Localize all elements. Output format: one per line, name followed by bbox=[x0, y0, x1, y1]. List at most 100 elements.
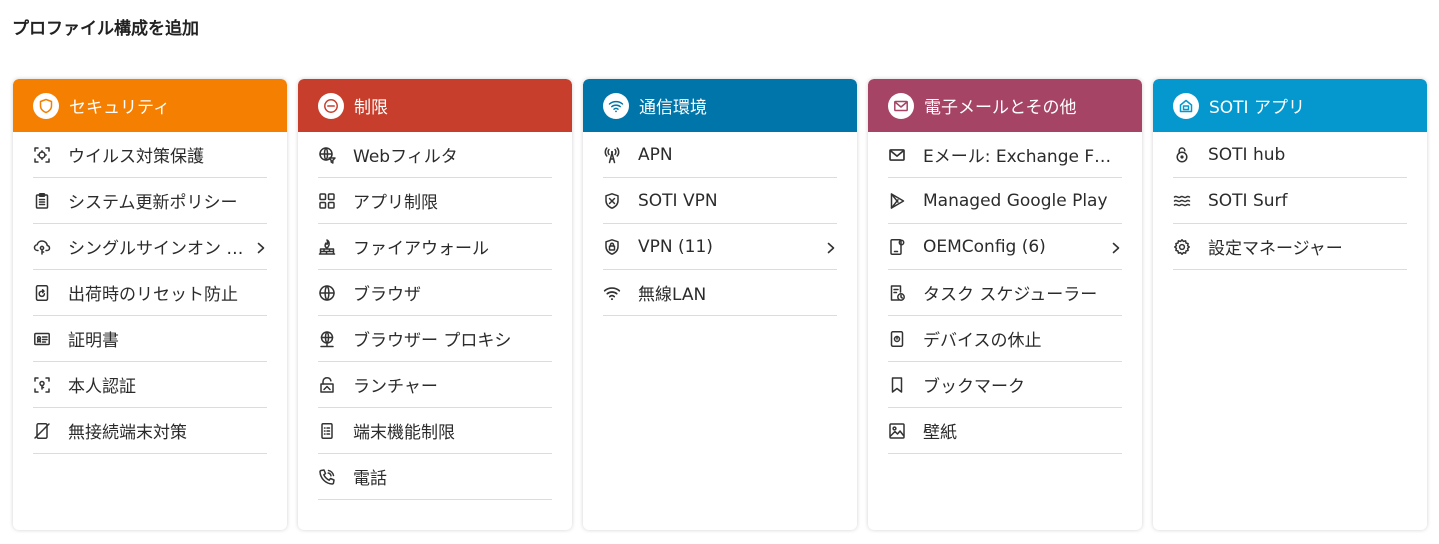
config-item-label: ブラウザ bbox=[353, 285, 421, 305]
config-item[interactable]: 本人認証 bbox=[33, 362, 267, 408]
config-item[interactable]: ブラウザ bbox=[318, 270, 552, 316]
config-item-label: Managed Google Play bbox=[923, 190, 1108, 211]
category-title: 通信環境 bbox=[639, 98, 707, 118]
wifi-icon bbox=[603, 92, 629, 119]
config-item-label: 本人認証 bbox=[68, 377, 136, 397]
config-item[interactable]: アプリ制限 bbox=[318, 178, 552, 224]
category-title: SOTI アプリ bbox=[1209, 98, 1305, 118]
apps-grid-icon bbox=[318, 192, 336, 210]
chevron-right-icon bbox=[255, 240, 267, 254]
config-item[interactable]: ブックマーク bbox=[888, 362, 1122, 408]
shield-icon bbox=[33, 92, 59, 119]
config-item-label: アプリ制限 bbox=[353, 193, 438, 213]
category-header: 電子メールとその他 bbox=[868, 79, 1142, 132]
cloud-key-icon bbox=[33, 238, 51, 256]
config-item-label: SOTI VPN bbox=[638, 190, 718, 211]
firewall-icon bbox=[318, 238, 336, 256]
category-header: 制限 bbox=[298, 79, 572, 132]
config-item[interactable]: OEMConfig (6) bbox=[888, 224, 1122, 270]
config-item[interactable]: VPN (11) bbox=[603, 224, 837, 270]
reset-icon bbox=[33, 284, 51, 302]
category-card: 電子メールとその他 Eメール: Exchange F… Managed Google… bbox=[868, 79, 1142, 530]
vpn-icon bbox=[603, 238, 621, 256]
phone-icon bbox=[318, 468, 336, 486]
config-item[interactable]: SOTI VPN bbox=[603, 178, 837, 224]
config-item[interactable]: シングルサインオン … bbox=[33, 224, 267, 270]
config-item-label: 設定マネージャー bbox=[1208, 239, 1343, 259]
config-item[interactable]: ファイアウォール bbox=[318, 224, 552, 270]
config-item[interactable]: APN bbox=[603, 132, 837, 178]
config-item[interactable]: 電話 bbox=[318, 454, 552, 500]
config-item-label: 無接続端末対策 bbox=[68, 423, 187, 443]
config-item-label: 電話 bbox=[353, 469, 387, 489]
config-item[interactable]: 端末機能制限 bbox=[318, 408, 552, 454]
globe-filter-icon bbox=[318, 146, 336, 164]
config-item-label: Webフィルタ bbox=[353, 147, 458, 167]
category-item-list: Eメール: Exchange F… Managed Google Play OEMC… bbox=[868, 132, 1142, 454]
category-card: SOTI アプリ SOTI hub SOTI Surf 設定マネージャー bbox=[1153, 79, 1427, 530]
play-icon bbox=[888, 192, 906, 210]
category-title: 制限 bbox=[354, 98, 388, 118]
category-item-list: ウイルス対策保護システム更新ポリシー シングルサインオン … 出荷時のリセット防止証… bbox=[13, 132, 287, 454]
category-card: セキュリティウイルス対策保護システム更新ポリシー シングルサインオン … 出荷時のリ… bbox=[13, 79, 287, 530]
config-item[interactable]: SOTI hub bbox=[1173, 132, 1407, 178]
category-title: セキュリティ bbox=[69, 98, 170, 118]
certificate-icon bbox=[33, 330, 51, 348]
category-item-list: SOTI hub SOTI Surf 設定マネージャー bbox=[1153, 132, 1427, 270]
config-item[interactable]: 壁紙 bbox=[888, 408, 1122, 454]
category-card: 制限 Webフィルタ アプリ制限ファイアウォールブラウザブラウザー プロキシ ランチャ… bbox=[298, 79, 572, 530]
config-item[interactable]: Eメール: Exchange F… bbox=[888, 132, 1122, 178]
config-item[interactable]: 無接続端末対策 bbox=[33, 408, 267, 454]
wallpaper-icon bbox=[888, 422, 906, 440]
config-item-label: ウイルス対策保護 bbox=[68, 147, 204, 167]
proxy-globe-icon bbox=[318, 330, 336, 348]
minus-circle-icon bbox=[318, 92, 344, 119]
config-item-label: 端末機能制限 bbox=[353, 423, 455, 443]
config-item-label: 証明書 bbox=[68, 331, 119, 351]
config-item-label: OEMConfig (6) bbox=[923, 236, 1046, 257]
config-item[interactable]: Webフィルタ bbox=[318, 132, 552, 178]
category-header: セキュリティ bbox=[13, 79, 287, 132]
mail-icon bbox=[888, 92, 914, 119]
soti-hub-icon bbox=[1173, 146, 1191, 164]
virus-scan-icon bbox=[33, 146, 51, 164]
mail-icon bbox=[888, 146, 906, 164]
config-item-label: 出荷時のリセット防止 bbox=[68, 285, 238, 305]
config-item[interactable]: 出荷時のリセット防止 bbox=[33, 270, 267, 316]
gear-icon bbox=[1173, 238, 1191, 256]
config-item-label: デバイスの休止 bbox=[923, 331, 1042, 351]
category-item-list: APN SOTI VPN VPN (11) 無線LAN bbox=[583, 132, 857, 316]
config-item[interactable]: ウイルス対策保護 bbox=[33, 132, 267, 178]
identity-icon bbox=[33, 376, 51, 394]
category-header: 通信環境 bbox=[583, 79, 857, 132]
config-item-label: ブックマーク bbox=[923, 377, 1025, 397]
config-item-label: SOTI hub bbox=[1208, 144, 1286, 165]
clipboard-icon bbox=[33, 192, 51, 210]
task-scheduler-icon bbox=[888, 284, 906, 302]
category-card: 通信環境 APN SOTI VPN VPN (11) 無線LAN bbox=[583, 79, 857, 530]
config-item[interactable]: ランチャー bbox=[318, 362, 552, 408]
config-item[interactable]: SOTI Surf bbox=[1173, 178, 1407, 224]
config-item-label: APN bbox=[638, 144, 673, 165]
config-item-label: タスク スケジューラー bbox=[923, 285, 1098, 305]
config-item-label: ブラウザー プロキシ bbox=[353, 331, 512, 351]
config-item-label: 無線LAN bbox=[638, 285, 707, 305]
config-item[interactable]: タスク スケジューラー bbox=[888, 270, 1122, 316]
config-item[interactable]: Managed Google Play bbox=[888, 178, 1122, 224]
config-item[interactable]: 証明書 bbox=[33, 316, 267, 362]
device-sleep-icon bbox=[888, 330, 906, 348]
config-item[interactable]: デバイスの休止 bbox=[888, 316, 1122, 362]
config-item-label: VPN (11) bbox=[638, 236, 713, 257]
profile-config-categories: セキュリティウイルス対策保護システム更新ポリシー シングルサインオン … 出荷時のリ… bbox=[13, 79, 1427, 530]
device-config-icon bbox=[888, 238, 906, 256]
config-item-label: Eメール: Exchange F… bbox=[923, 147, 1112, 167]
config-item[interactable]: 設定マネージャー bbox=[1173, 224, 1407, 270]
globe-icon bbox=[318, 284, 336, 302]
page-title: プロファイル構成を追加 bbox=[12, 19, 199, 39]
config-item[interactable]: システム更新ポリシー bbox=[33, 178, 267, 224]
config-item-label: ランチャー bbox=[353, 377, 438, 397]
config-item[interactable]: ブラウザー プロキシ bbox=[318, 316, 552, 362]
chevron-right-icon bbox=[825, 240, 837, 254]
category-title: 電子メールとその他 bbox=[924, 98, 1077, 118]
config-item[interactable]: 無線LAN bbox=[603, 270, 837, 316]
